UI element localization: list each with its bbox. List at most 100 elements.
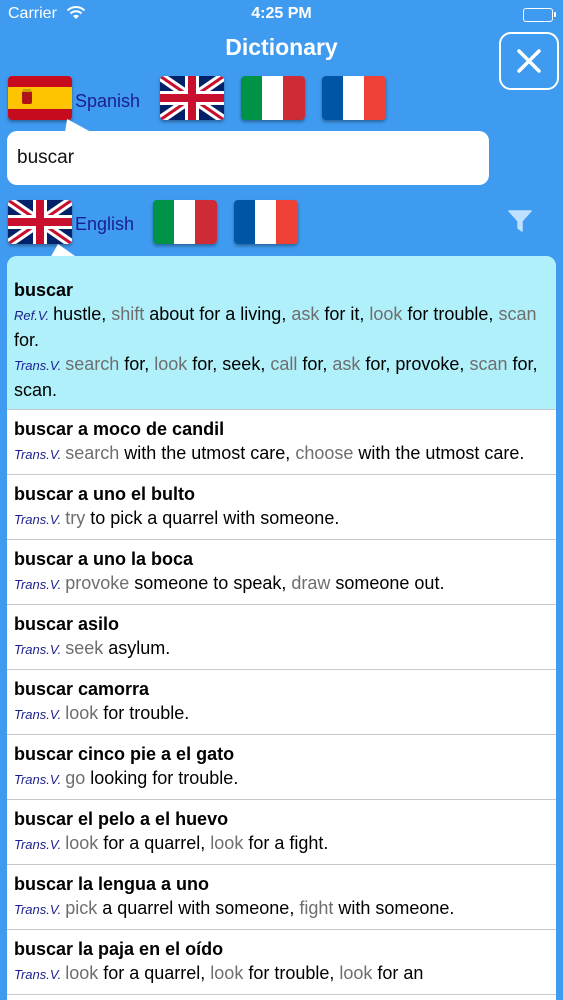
definition-text: for a quarrel, xyxy=(98,963,211,983)
linked-word[interactable]: search xyxy=(65,443,119,463)
list-item[interactable]: buscar la paja en el oído Trans.V. look fo… xyxy=(7,930,556,995)
part-of-speech-tag: Trans.V. xyxy=(14,577,62,592)
linked-word[interactable]: look xyxy=(154,354,187,374)
definition-text: someone to speak, xyxy=(129,573,292,593)
entry-definition: Trans.V. look for a quarrel, look for a f… xyxy=(14,831,549,857)
definition-text: for an xyxy=(372,963,424,983)
entry-definition: Trans.V. search with the utmost care, cho… xyxy=(14,441,549,467)
linked-word[interactable]: look xyxy=(339,963,372,983)
list-item[interactable]: buscar Ref.V. hustle, shift about for a li… xyxy=(7,256,556,410)
results-list[interactable]: buscar Ref.V. hustle, shift about for a li… xyxy=(7,256,556,1000)
definition-text: for, provoke, xyxy=(360,354,470,374)
uk-flag-icon xyxy=(160,76,224,120)
definition-text: looking for trouble. xyxy=(85,768,239,788)
italy-flag-icon xyxy=(241,76,305,120)
part-of-speech-tag: Trans.V. xyxy=(14,707,62,722)
search-box xyxy=(7,131,489,185)
entry-headword: buscar el pelo a el huevo xyxy=(14,809,229,829)
list-item[interactable]: buscar el pelo a el huevo Trans.V. look fo… xyxy=(7,800,556,865)
linked-word[interactable]: scan xyxy=(469,354,507,374)
search-input[interactable] xyxy=(17,143,477,173)
uk-source-flag-button[interactable] xyxy=(160,76,224,120)
list-item[interactable]: buscar cinco pie a el gato Trans.V. go loo… xyxy=(7,735,556,800)
entry-definition: Trans.V. pick a quarrel with someone, fig… xyxy=(14,896,549,922)
definition-text: for trouble, xyxy=(243,963,340,983)
target-language-label: English xyxy=(75,214,135,234)
linked-word[interactable]: look xyxy=(210,833,243,853)
linked-word[interactable]: look xyxy=(65,703,98,723)
france-flag-icon xyxy=(322,76,386,120)
linked-word[interactable]: look xyxy=(65,833,98,853)
linked-word[interactable]: look xyxy=(65,963,98,983)
france-flag-icon xyxy=(234,200,298,244)
entry-headword: buscar cinco pie a el gato xyxy=(14,744,235,764)
linked-word[interactable]: ask xyxy=(332,354,360,374)
linked-word[interactable]: scan xyxy=(498,304,536,324)
part-of-speech-tag: Trans.V. xyxy=(14,512,62,527)
linked-word[interactable]: draw xyxy=(291,573,330,593)
filter-icon xyxy=(508,210,532,232)
part-of-speech-tag: Trans.V. xyxy=(14,642,62,657)
definition-text: someone out. xyxy=(330,573,445,593)
close-icon xyxy=(517,49,541,73)
italy-target-flag-button[interactable] xyxy=(153,200,217,244)
entry-headword: buscar la lengua a uno xyxy=(14,874,210,894)
definition-text: asylum. xyxy=(103,638,171,658)
list-item[interactable]: buscar a moco de candil Trans.V. search wi… xyxy=(7,410,556,475)
entry-headword: buscar a moco de candil xyxy=(14,419,225,439)
definition-text: for, xyxy=(119,354,155,374)
definition-text: about for a living, xyxy=(144,304,292,324)
linked-word[interactable]: look xyxy=(369,304,402,324)
linked-word[interactable]: seek xyxy=(65,638,103,658)
definition-text: hustle, xyxy=(53,304,112,324)
clock: 4:25 PM xyxy=(251,5,312,22)
status-bar: Carrier 4:25 PM xyxy=(0,0,563,30)
linked-word[interactable]: shift xyxy=(111,304,144,324)
part-of-speech-tag: Trans.V. xyxy=(14,902,62,917)
spain-flag-button[interactable] xyxy=(8,76,72,120)
filter-button[interactable] xyxy=(507,208,533,234)
italy-source-flag-button[interactable] xyxy=(241,76,305,120)
france-target-flag-button[interactable] xyxy=(234,200,298,244)
linked-word[interactable]: go xyxy=(65,768,85,788)
list-item[interactable]: buscar camorra Trans.V. look for trouble. xyxy=(7,670,556,735)
list-item[interactable]: buscar asilo Trans.V. seek asylum. xyxy=(7,605,556,670)
italy-flag-icon xyxy=(153,200,217,244)
definition-text: to pick a quarrel with someone. xyxy=(85,508,340,528)
close-button[interactable] xyxy=(499,32,559,90)
entry-headword: buscar a uno la boca xyxy=(14,549,194,569)
entry-headword: buscar la paja en el oído xyxy=(14,939,224,959)
uk-target-flag-button[interactable] xyxy=(8,200,72,244)
linked-word[interactable]: ask xyxy=(291,304,319,324)
part-of-speech-tag: Trans.V. xyxy=(14,772,62,787)
page-title: Dictionary xyxy=(225,34,338,60)
definition-text: a quarrel with someone, xyxy=(97,898,300,918)
entry-definition: Trans.V. look for trouble. xyxy=(14,701,549,727)
entry-headword: buscar a uno el bulto xyxy=(14,484,196,504)
part-of-speech-tag: Trans.V. xyxy=(14,358,62,373)
entry-definition: Trans.V. try to pick a quarrel with someo… xyxy=(14,506,549,532)
definition-text: for a quarrel, xyxy=(98,833,211,853)
list-item[interactable]: buscar la lengua a uno Trans.V. pick a qua… xyxy=(7,865,556,930)
entry-headword: buscar camorra xyxy=(14,679,150,699)
linked-word[interactable]: look xyxy=(210,963,243,983)
linked-word[interactable]: try xyxy=(65,508,85,528)
battery-icon xyxy=(523,8,556,22)
definition-text: for it, xyxy=(319,304,370,324)
linked-word[interactable]: fight xyxy=(299,898,333,918)
linked-word[interactable]: call xyxy=(270,354,297,374)
linked-word[interactable]: pick xyxy=(65,898,97,918)
source-language-label: Spanish xyxy=(75,91,141,111)
list-item[interactable]: buscar a uno el bulto Trans.V. try to pick… xyxy=(7,475,556,540)
france-source-flag-button[interactable] xyxy=(322,76,386,120)
linked-word[interactable]: choose xyxy=(295,443,353,463)
part-of-speech-tag: Ref.V. xyxy=(14,308,50,323)
entry-definition: Trans.V. search for, look for, seek, call… xyxy=(14,352,549,402)
entry-definition: Trans.V. provoke someone to speak, draw s… xyxy=(14,571,549,597)
linked-word[interactable]: search xyxy=(65,354,119,374)
linked-word[interactable]: provoke xyxy=(65,573,129,593)
definition-text: for trouble. xyxy=(98,703,190,723)
entry-definition: Trans.V. seek asylum. xyxy=(14,636,549,662)
entry-definition: Ref.V. hustle, shift about for a living, … xyxy=(14,302,549,352)
list-item[interactable]: buscar a uno la boca Trans.V. provoke some… xyxy=(7,540,556,605)
